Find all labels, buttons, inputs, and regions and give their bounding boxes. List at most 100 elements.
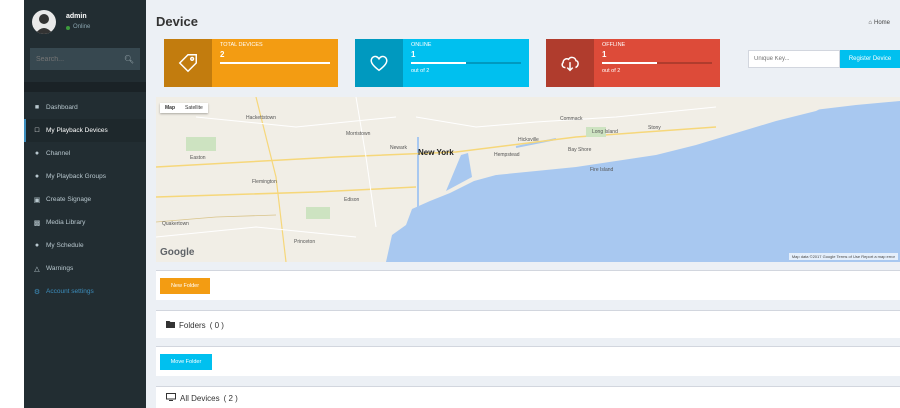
users-icon: ●: [34, 150, 40, 157]
map-city-label: New York: [418, 148, 454, 157]
sidebar-item-label: Media Library: [46, 219, 86, 226]
map-label: Hicksville: [518, 137, 539, 143]
google-logo: Google: [160, 247, 195, 258]
map-label: Stony: [648, 125, 661, 131]
calendar-icon: ▣: [33, 196, 41, 204]
image-icon: ▩: [33, 219, 41, 227]
stat-online-value: 1: [411, 50, 416, 59]
folders-label: Folders: [179, 320, 206, 330]
map-label: Fire Island: [590, 167, 614, 173]
map-label: Edison: [344, 197, 360, 203]
sidebar-item-label: Warnings: [46, 265, 74, 272]
stat-offline-value: 1: [602, 50, 607, 59]
all-devices-header[interactable]: All Devices ( 2 ): [166, 393, 238, 403]
stat-total-label: TOTAL DEVICES: [220, 42, 263, 48]
folder-icon: [166, 320, 175, 330]
sidebar-item-warnings[interactable]: △ Warnings: [24, 257, 146, 280]
sidebar-item-label: My Playback Devices: [46, 127, 108, 134]
sidebar-item-label: Create Signage: [46, 196, 92, 203]
cloud-download-icon: [546, 39, 594, 87]
search-icon[interactable]: 🔍︎: [124, 55, 134, 64]
stat-total-devices: TOTAL DEVICES 2: [164, 39, 338, 87]
user-panel: admin Online: [24, 0, 146, 44]
sidebar-item-my-playback-devices[interactable]: □ My Playback Devices: [24, 119, 146, 142]
monitor-icon: □: [34, 127, 40, 134]
stat-online: ONLINE 1 out of 2: [355, 39, 529, 87]
stat-offline-progress: [602, 62, 712, 64]
folders-panel: Folders ( 0 ): [156, 310, 900, 338]
user-name: admin: [66, 13, 87, 20]
stat-total-progress: [220, 62, 330, 64]
sidebar-item-label: My Schedule: [46, 242, 84, 249]
sidebar-item-account-settings[interactable]: ⚙︎ Account settings: [24, 280, 146, 303]
stat-offline: OFFLINE 1 out of 2: [546, 39, 720, 87]
sidebar: admin Online 🔍︎ ■ Dashboard □ My Playbac…: [24, 0, 146, 408]
sidebar-item-label: Account settings: [46, 288, 94, 295]
map-label: Bay Shore: [568, 147, 592, 153]
stat-offline-progress-fill: [602, 62, 657, 64]
map-label: Hempstead: [494, 152, 520, 158]
sidebar-item-label: Dashboard: [46, 104, 78, 111]
sidebar-item-my-schedule[interactable]: ● My Schedule: [24, 234, 146, 257]
move-folder-button[interactable]: Move Folder: [160, 354, 212, 370]
all-devices-panel: All Devices ( 2 ): [156, 386, 900, 408]
map-tab-satellite[interactable]: Satellite: [180, 103, 208, 113]
online-status-icon: [66, 25, 70, 30]
home-icon: ⌂: [868, 20, 872, 26]
map-attribution[interactable]: Map data ©2017 Google Terms of Use Repor…: [788, 253, 898, 260]
unique-key-input[interactable]: [748, 50, 840, 68]
gears-icon: ⚙︎: [33, 288, 41, 296]
stat-total-value: 2: [220, 50, 225, 59]
avatar[interactable]: [32, 10, 56, 34]
breadcrumb-home[interactable]: Home: [874, 20, 890, 26]
sidebar-item-create-signage[interactable]: ▣ Create Signage: [24, 188, 146, 211]
stat-total-progress-fill: [220, 62, 330, 64]
map-label: Long Island: [592, 129, 618, 135]
map-label: Easton: [190, 155, 206, 161]
users-icon: ●: [34, 242, 40, 249]
map-label: Flemington: [252, 179, 277, 185]
all-devices-count: ( 2 ): [223, 393, 238, 403]
sidebar-search-input[interactable]: [36, 55, 116, 63]
stat-online-progress-fill: [411, 62, 466, 64]
new-folder-button[interactable]: New Folder: [160, 278, 210, 294]
tag-icon: [164, 39, 212, 87]
sidebar-item-media-library[interactable]: ▩ Media Library: [24, 211, 146, 234]
sidebar-item-my-playback-groups[interactable]: ● My Playback Groups: [24, 165, 146, 188]
folders-count: ( 0 ): [209, 320, 224, 330]
sidebar-search: 🔍︎: [30, 48, 140, 70]
map-type-control: Map Satellite: [160, 103, 208, 113]
stat-online-desc: out of 2: [411, 68, 430, 74]
stat-online-label: ONLINE: [411, 42, 432, 48]
stat-offline-desc: out of 2: [602, 68, 621, 74]
map-label: Hackettstown: [246, 115, 277, 121]
move-folder-panel: Move Folder: [156, 346, 900, 376]
map-label: Commack: [560, 116, 583, 122]
all-devices-label: All Devices: [180, 393, 220, 403]
new-folder-panel: New Folder: [156, 270, 900, 300]
sidebar-item-label: Channel: [46, 150, 71, 157]
map-tab-map[interactable]: Map: [160, 103, 180, 113]
register-device-button[interactable]: Register Device: [840, 50, 900, 68]
dashboard-icon: ■: [34, 104, 40, 111]
stat-offline-label: OFFLINE: [602, 42, 626, 48]
heart-icon: [355, 39, 403, 87]
sidebar-item-dashboard[interactable]: ■ Dashboard: [24, 96, 146, 119]
register-device-form: Register Device: [748, 50, 900, 68]
map-label: Princeton: [294, 239, 316, 245]
device-map[interactable]: Map Satellite Hackettstown Morristown Ne…: [156, 97, 900, 262]
sidebar-menu: ■ Dashboard □ My Playback Devices ● Chan…: [24, 96, 146, 303]
sidebar-item-channel[interactable]: ● Channel: [24, 142, 146, 165]
stat-online-progress: [411, 62, 521, 64]
map-label: Quakertown: [162, 221, 189, 227]
breadcrumb[interactable]: ⌂ Home: [868, 20, 890, 26]
user-status: Online: [66, 22, 90, 33]
bell-icon: △: [34, 265, 40, 273]
user-status-label: Online: [73, 24, 91, 30]
map-label: Newark: [390, 145, 407, 151]
folders-header[interactable]: Folders ( 0 ): [166, 320, 224, 330]
map-label: Morristown: [346, 131, 371, 137]
users-icon: ●: [34, 173, 40, 180]
main-content: Device ⌂ Home TOTAL DEVICES 2 ONLINE 1 o…: [146, 0, 900, 408]
monitor-icon: [166, 393, 176, 403]
